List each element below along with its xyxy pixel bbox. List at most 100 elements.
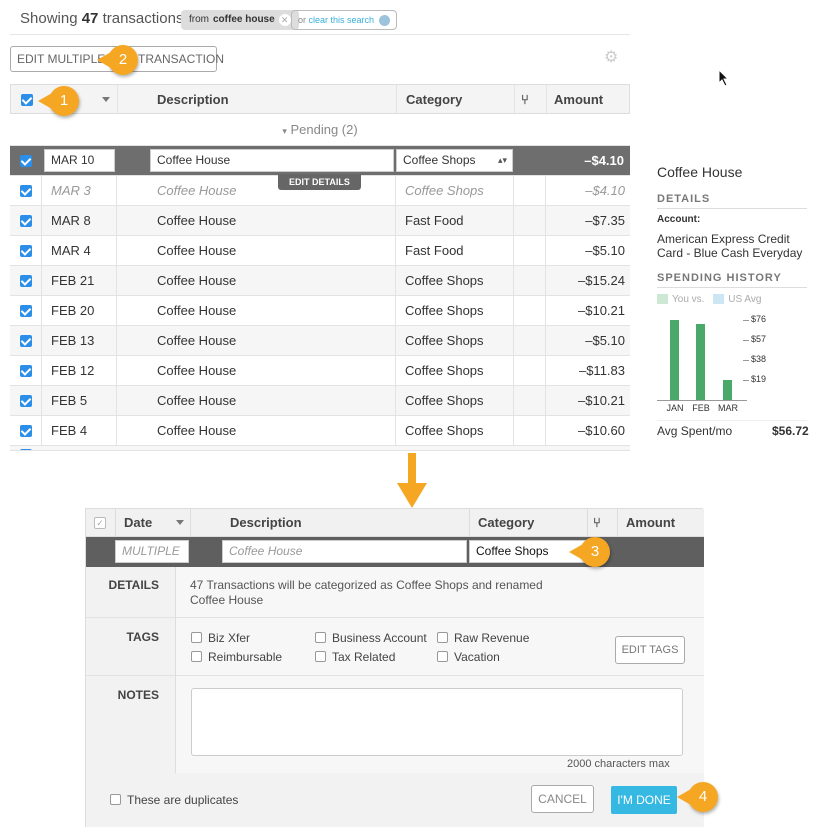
- transaction-count: 47: [81, 10, 99, 27]
- duplicates-checkbox[interactable]: These are duplicates: [110, 793, 238, 807]
- header-category[interactable]: Category: [478, 509, 534, 537]
- row-checkbox[interactable]: [20, 275, 32, 287]
- row-category[interactable]: Coffee Shops: [405, 266, 484, 295]
- row-description[interactable]: Coffee House: [157, 326, 236, 355]
- row-description[interactable]: Coffee House: [157, 206, 236, 235]
- header-description[interactable]: Description: [230, 509, 302, 537]
- im-done-button[interactable]: I'M DONE: [611, 786, 677, 814]
- row-checkbox[interactable]: [20, 335, 32, 347]
- header-description[interactable]: Description: [157, 85, 229, 113]
- chart-bar-mar: [723, 380, 732, 400]
- header-amount[interactable]: Amount: [626, 509, 675, 537]
- row-category[interactable]: Fast Food: [405, 236, 464, 265]
- tag-checkbox-raw-revenue[interactable]: Raw Revenue: [437, 631, 529, 645]
- row-checkbox[interactable]: [20, 395, 32, 407]
- chart-y-tick: $19: [751, 374, 767, 384]
- step-badge-1: 1: [38, 86, 79, 116]
- clear-search-text[interactable]: clear this search: [309, 15, 375, 25]
- split-icon[interactable]: ⑂: [593, 509, 601, 537]
- step-badge-2: 2: [97, 45, 138, 75]
- row-date: FEB 20: [51, 303, 95, 318]
- pending-group-row[interactable]: ▾ Pending (2): [10, 114, 630, 146]
- notes-label: NOTES: [117, 688, 159, 702]
- notes-textarea[interactable]: [191, 688, 683, 756]
- row-description[interactable]: Coffee House: [157, 296, 236, 325]
- table-header-row: Description Category ⑂ Amount: [10, 84, 630, 114]
- chart-x-tick: FEB: [692, 403, 710, 413]
- tags-label: TAGS: [126, 630, 159, 644]
- row-description[interactable]: Coffee House: [157, 386, 236, 415]
- row-checkbox[interactable]: [20, 185, 32, 197]
- gear-icon[interactable]: ⚙: [604, 50, 620, 66]
- category-select[interactable]: Coffee Shops ▴▾: [396, 149, 513, 172]
- row-category[interactable]: Coffee Shops: [405, 416, 484, 445]
- cancel-button[interactable]: CANCEL: [531, 785, 594, 813]
- amount-value: –$4.10: [584, 153, 624, 168]
- tag-checkbox-biz-xfer[interactable]: Biz Xfer: [191, 631, 250, 645]
- editor-header-row: ✓ Date Description Category ⑂ Amount: [86, 509, 704, 537]
- row-checkbox[interactable]: [20, 155, 32, 167]
- clear-icon[interactable]: [378, 15, 390, 27]
- row-amount: –$7.35: [585, 213, 625, 228]
- row-amount: –$15.24: [578, 273, 625, 288]
- search-filter-pill[interactable]: from coffee house ✕: [181, 10, 299, 30]
- row-description[interactable]: Coffee House: [157, 176, 237, 205]
- table-row[interactable]: FEB 21 Coffee House Coffee Shops –$15.24: [10, 266, 630, 296]
- add-transaction-label[interactable]: TRANSACTION: [138, 47, 224, 71]
- select-all-checkbox[interactable]: [21, 94, 33, 106]
- split-icon[interactable]: ⑂: [521, 85, 529, 113]
- header-divider: [10, 34, 630, 35]
- row-description[interactable]: Coffee House: [157, 236, 236, 265]
- tag-checkbox-business-account[interactable]: Business Account: [315, 631, 427, 645]
- row-category[interactable]: Coffee Shops: [405, 386, 484, 415]
- row-category[interactable]: Coffee Shops: [405, 326, 484, 355]
- table-row[interactable]: FEB 13 Coffee House Coffee Shops –$5.10: [10, 326, 630, 356]
- table-row[interactable]: FEB 4 Coffee House Coffee Shops –$10.60: [10, 416, 630, 446]
- notes-max-text: 2000 characters max: [567, 758, 670, 770]
- table-row[interactable]: MAR 8 Coffee House Fast Food –$7.35: [10, 206, 630, 236]
- spending-heading: SPENDING HISTORY: [657, 272, 782, 284]
- table-row[interactable]: FEB 12 Coffee House Coffee Shops –$11.83: [10, 356, 630, 386]
- row-checkbox[interactable]: [20, 425, 32, 437]
- row-description[interactable]: Coffee House: [157, 266, 236, 295]
- table-row[interactable]: FEB 5 Coffee House Coffee Shops –$10.21: [10, 386, 630, 416]
- edit-details-button[interactable]: EDIT DETAILS: [278, 174, 361, 190]
- tag-checkbox-tax-related[interactable]: Tax Related: [315, 650, 395, 664]
- table-row[interactable]: MAR 4 Coffee House Fast Food –$5.10: [10, 236, 630, 266]
- row-checkbox[interactable]: [20, 245, 32, 257]
- edit-tags-button[interactable]: EDIT TAGS: [615, 636, 685, 664]
- row-category[interactable]: Fast Food: [405, 206, 464, 235]
- description-input[interactable]: Coffee House: [222, 540, 467, 563]
- row-category[interactable]: Coffee Shops: [405, 296, 484, 325]
- header-date[interactable]: Date: [124, 509, 152, 537]
- row-date: FEB 12: [51, 363, 95, 378]
- row-description[interactable]: Coffee House: [157, 416, 236, 445]
- row-category[interactable]: Coffee Shops: [405, 176, 484, 205]
- cursor-icon: [718, 69, 730, 87]
- row-checkbox[interactable]: [20, 215, 32, 227]
- tag-checkbox-vacation[interactable]: Vacation: [437, 650, 500, 664]
- account-label: Account:: [657, 214, 701, 225]
- description-input[interactable]: Coffee House: [150, 149, 394, 172]
- select-all-checkbox[interactable]: ✓: [94, 517, 106, 529]
- chevron-down-icon[interactable]: [176, 520, 184, 525]
- clear-search-link[interactable]: or clear this search: [291, 10, 397, 30]
- row-amount: –$10.21: [578, 303, 625, 318]
- table-row[interactable]: FEB 20 Coffee House Coffee Shops –$10.21: [10, 296, 630, 326]
- details-label: DETAILS: [108, 578, 159, 592]
- close-icon[interactable]: ✕: [278, 14, 291, 26]
- date-input[interactable]: MULTIPLE: [115, 540, 189, 563]
- table-row-partial: [10, 446, 630, 451]
- spending-chart: $76 $57 $38 $19: [657, 314, 777, 401]
- step-badge-4: 4: [677, 782, 718, 812]
- header-amount[interactable]: Amount: [554, 85, 603, 113]
- chevron-down-icon[interactable]: [102, 97, 110, 102]
- row-description[interactable]: Coffee House: [157, 356, 236, 385]
- row-checkbox[interactable]: [20, 365, 32, 377]
- row-category[interactable]: Coffee Shops: [405, 356, 484, 385]
- row-checkbox[interactable]: [20, 305, 32, 317]
- selected-edit-row[interactable]: MAR 10 Coffee House Coffee Shops ▴▾ –$4.1…: [10, 146, 630, 176]
- header-category[interactable]: Category: [406, 85, 462, 113]
- date-input[interactable]: MAR 10: [44, 149, 115, 172]
- tag-checkbox-reimbursable[interactable]: Reimbursable: [191, 650, 282, 664]
